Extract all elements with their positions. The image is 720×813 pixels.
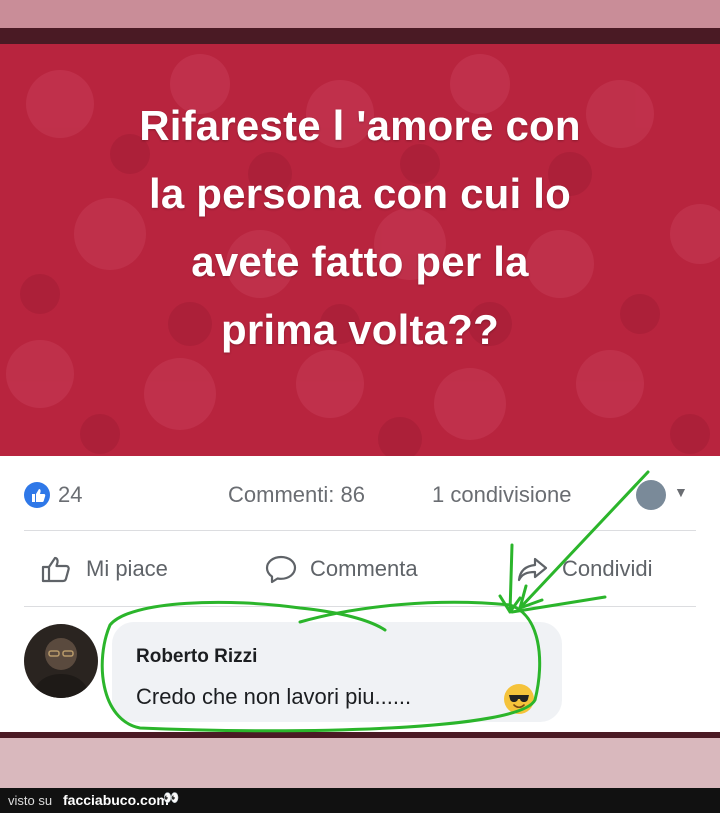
comment-button-label: Commenta <box>310 556 418 581</box>
caret-down-icon[interactable]: ▼ <box>674 484 688 500</box>
sunglasses-emoji-icon <box>504 684 534 714</box>
top-strip <box>0 0 720 28</box>
like-button-label: Mi piace <box>86 556 168 581</box>
share-arrow-icon <box>517 557 548 582</box>
watermark-footer: visto su facciabuco.com 👀 <box>0 788 720 813</box>
post-card: 24 Commenti: 86 1 condivisione ▼ Mi piac… <box>0 456 720 732</box>
comment: Roberto Rizzi Credo che non lavori piu..… <box>0 616 720 726</box>
comment-button[interactable]: Commenta <box>264 554 418 584</box>
bottom-strip <box>0 738 720 788</box>
divider <box>24 606 696 607</box>
reactor-avatar[interactable] <box>636 480 666 510</box>
post-title-line: prima volta?? <box>221 306 499 353</box>
post-title-line: avete fatto per la <box>191 238 529 285</box>
avatar[interactable] <box>24 624 98 698</box>
like-badge-icon[interactable] <box>24 482 50 508</box>
eyes-icon: 👀 <box>163 790 180 805</box>
thumbs-up-icon <box>41 556 70 583</box>
share-button-label: Condividi <box>562 556 653 581</box>
like-count[interactable]: 24 <box>58 482 82 508</box>
watermark-prefix: visto su <box>8 793 53 808</box>
post-image: Rifareste l 'amore con la persona con cu… <box>0 44 720 456</box>
comment-text: Credo che non lavori piu...... <box>136 684 412 709</box>
post-title-line: la persona con cui lo <box>149 170 571 217</box>
post-title-line: Rifareste l 'amore con <box>139 102 581 149</box>
top-dark-bar <box>0 28 720 44</box>
divider <box>24 530 696 531</box>
post-title: Rifareste l 'amore con la persona con cu… <box>40 92 680 364</box>
comment-bubble-icon <box>265 555 297 584</box>
share-button[interactable]: Condividi <box>516 554 653 584</box>
reaction-stats: 24 Commenti: 86 1 condivisione ▼ <box>0 476 720 516</box>
comment-author[interactable]: Roberto Rizzi <box>136 646 257 668</box>
watermark-site[interactable]: facciabuco.com <box>63 792 169 808</box>
comment-bubble: Roberto Rizzi Credo che non lavori piu..… <box>112 622 562 722</box>
action-bar: Mi piace Commenta Condividi <box>0 546 720 596</box>
like-button[interactable]: Mi piace <box>40 554 168 584</box>
comments-count[interactable]: Commenti: 86 <box>228 482 365 508</box>
shares-count[interactable]: 1 condivisione <box>432 482 571 508</box>
